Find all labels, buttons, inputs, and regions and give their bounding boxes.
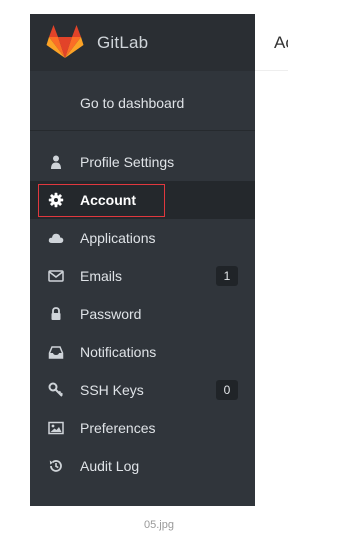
sidebar-item-notifications[interactable]: Notifications <box>30 333 255 371</box>
content-header: Account <box>255 14 288 71</box>
go-to-dashboard-link[interactable]: Go to dashboard <box>30 71 255 131</box>
sidebar-item-label: Emails <box>80 268 123 284</box>
inbox-icon <box>48 346 64 359</box>
page-title: Account <box>274 33 288 52</box>
sidebar-item-applications[interactable]: Applications <box>30 219 255 257</box>
sidebar-item-account[interactable]: Account <box>30 181 255 219</box>
gitlab-fox-icon <box>46 25 84 58</box>
emails-count-badge: 1 <box>216 266 238 286</box>
sidebar-item-password[interactable]: Password <box>30 295 255 333</box>
sidebar-item-audit-log[interactable]: Audit Log <box>30 447 255 485</box>
sidebar-item-label: SSH Keys <box>80 382 144 398</box>
sidebar-item-ssh-keys[interactable]: SSH Keys 0 <box>30 371 255 409</box>
sidebar: GitLab Go to dashboard Profile Settings <box>30 14 255 506</box>
sidebar-item-label: Profile Settings <box>80 154 175 170</box>
image-icon <box>48 421 64 435</box>
sidebar-item-emails[interactable]: Emails 1 <box>30 257 255 295</box>
user-icon <box>51 155 61 169</box>
sidebar-item-label: Audit Log <box>80 458 140 474</box>
settings-nav: Profile Settings Account Applications Em… <box>30 143 255 485</box>
dashboard-label: Go to dashboard <box>80 95 185 111</box>
gear-icon <box>48 192 64 208</box>
sidebar-item-label: Account <box>80 192 136 208</box>
brand-header[interactable]: GitLab <box>30 14 255 71</box>
sidebar-item-label: Password <box>80 306 142 322</box>
sidebar-item-label: Preferences <box>80 420 156 436</box>
image-caption: 05.jpg <box>144 519 174 531</box>
history-icon <box>49 460 62 472</box>
sidebar-item-label: Notifications <box>80 344 157 360</box>
ssh-keys-count-badge: 0 <box>216 380 238 400</box>
sidebar-item-preferences[interactable]: Preferences <box>30 409 255 447</box>
key-icon <box>48 382 64 397</box>
sidebar-item-profile-settings[interactable]: Profile Settings <box>30 143 255 181</box>
lock-icon <box>51 307 61 320</box>
cloud-icon <box>48 233 64 243</box>
envelope-icon <box>48 270 64 282</box>
sidebar-item-label: Applications <box>80 230 156 246</box>
brand-name: GitLab <box>97 33 149 52</box>
